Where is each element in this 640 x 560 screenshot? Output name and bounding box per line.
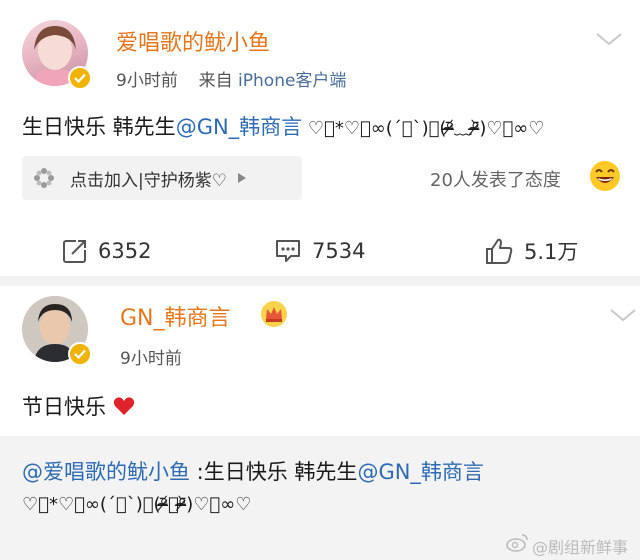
post-source-prefix: 来自	[198, 71, 233, 91]
crown-badge-icon[interactable]	[260, 300, 288, 332]
repost-count: 6352	[98, 239, 152, 263]
topic-pinwheel-icon	[32, 166, 56, 190]
quoted-post-line-2: ♡ᷤ*♡ᷤ∞(ˊ﹀ˋ)⌒(ᵒ̴̶̷᷄﹏ᵒ̴̶̷᷅)♡ᷤ∞♡	[22, 494, 252, 515]
post-time: 9小时前	[116, 71, 178, 91]
topic-pill[interactable]: 点击加入|守护杨紫♡	[22, 156, 302, 200]
repost-action[interactable]: 6352	[62, 238, 151, 264]
reply-chevron-down-icon[interactable]	[608, 306, 638, 328]
reply-author-name[interactable]: GN_韩商言	[120, 300, 231, 332]
like-count: 5.1万	[524, 240, 579, 264]
repost-icon	[62, 238, 88, 264]
comment-count: 7534	[312, 239, 366, 263]
quoted-mention[interactable]: @爱唱歌的鱿小鱼	[22, 460, 190, 484]
reply-content-text: 节日快乐	[22, 395, 106, 419]
topic-label: 点击加入|守护杨紫♡	[70, 170, 227, 191]
laughing-emoji-icon[interactable]	[589, 160, 621, 196]
reply-content: 节日快乐	[22, 391, 135, 421]
watermark-text: @剧组新鲜事	[532, 538, 629, 557]
weibo-logo-icon	[506, 532, 530, 556]
reply-verified-badge-icon	[68, 342, 92, 366]
reply-time: 9小时前	[120, 349, 182, 369]
post-content: 生日快乐 韩先生@GN_韩商言 ♡ᷤ*♡ᷤ∞(ˊ﹀ˋ)⌒(ᵒ̴̶̷᷄﹏ᵒ̴̶̷᷅…	[22, 111, 544, 141]
section-divider	[0, 276, 640, 286]
chevron-down-icon[interactable]	[594, 30, 624, 52]
post-mention[interactable]: @GN_韩商言	[176, 115, 302, 139]
comment-action[interactable]: 7534	[274, 238, 365, 264]
heart-emoji-icon	[113, 396, 135, 421]
like-icon	[484, 237, 514, 265]
post-kaomoji: ♡ᷤ*♡ᷤ∞(ˊ﹀ˋ)⌒(ᵒ̴̶̷᷄﹏ᵒ̴̶̷᷅)♡ᷤ∞♡	[302, 118, 545, 139]
like-action[interactable]: 5.1万	[484, 236, 578, 266]
quoted-text: :生日快乐 韩先生	[190, 460, 358, 484]
verified-badge-icon	[68, 66, 92, 90]
comment-icon	[274, 238, 302, 264]
post-meta: 9小时前 来自 iPhone客户端	[116, 66, 346, 91]
post-source[interactable]: iPhone客户端	[238, 71, 346, 91]
post-author-name[interactable]: 爱唱歌的鱿小鱼	[116, 25, 270, 57]
post-content-text: 生日快乐 韩先生	[22, 115, 176, 139]
reaction-summary[interactable]: 20人发表了态度	[430, 166, 561, 192]
quoted-post-line-1: @爱唱歌的鱿小鱼 :生日快乐 韩先生@GN_韩商言	[22, 456, 484, 486]
quoted-mention-2[interactable]: @GN_韩商言	[357, 460, 483, 484]
play-triangle-icon	[237, 172, 247, 184]
